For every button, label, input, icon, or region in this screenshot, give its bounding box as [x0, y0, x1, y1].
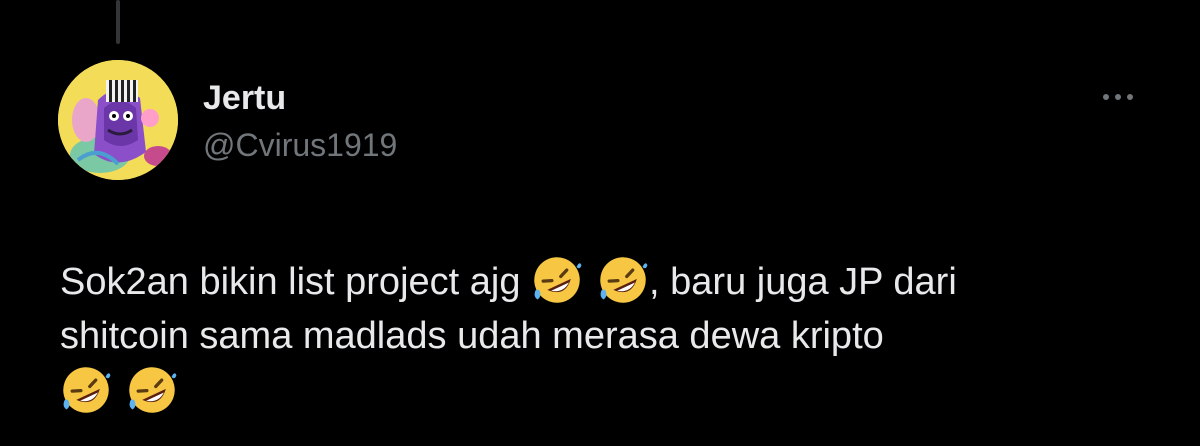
tweet-text-line-1: Sok2an bikin list project ajg , baru jug…: [60, 254, 1160, 309]
rolling-on-the-floor-laughing-emoji-icon: [129, 367, 177, 413]
rolling-on-the-floor-laughing-emoji-icon: [534, 257, 582, 303]
more-options-button[interactable]: [1090, 80, 1146, 114]
tweet-text-line-2: shitcoin sama madlads udah merasa dewa k…: [60, 315, 884, 357]
avatar-illustration: [58, 60, 178, 180]
tweet-text-segment: , baru juga JP dari: [649, 261, 957, 303]
tweet-text-line-3: [60, 364, 1160, 419]
rolling-on-the-floor-laughing-emoji-icon: [63, 367, 111, 413]
avatar[interactable]: [58, 60, 178, 180]
user-handle[interactable]: @Cvirus1919: [203, 126, 397, 164]
tweet-text: Sok2an bikin list project ajg , baru jug…: [60, 254, 1160, 419]
rolling-on-the-floor-laughing-emoji-icon: [600, 257, 648, 303]
more-dot: [1115, 94, 1121, 100]
more-horizontal-icon: [1103, 94, 1109, 100]
more-dot: [1127, 94, 1133, 100]
display-name[interactable]: Jertu: [203, 78, 286, 118]
tweet-text-segment: Sok2an bikin list project ajg: [60, 261, 521, 303]
thread-connector-line: [116, 0, 120, 44]
